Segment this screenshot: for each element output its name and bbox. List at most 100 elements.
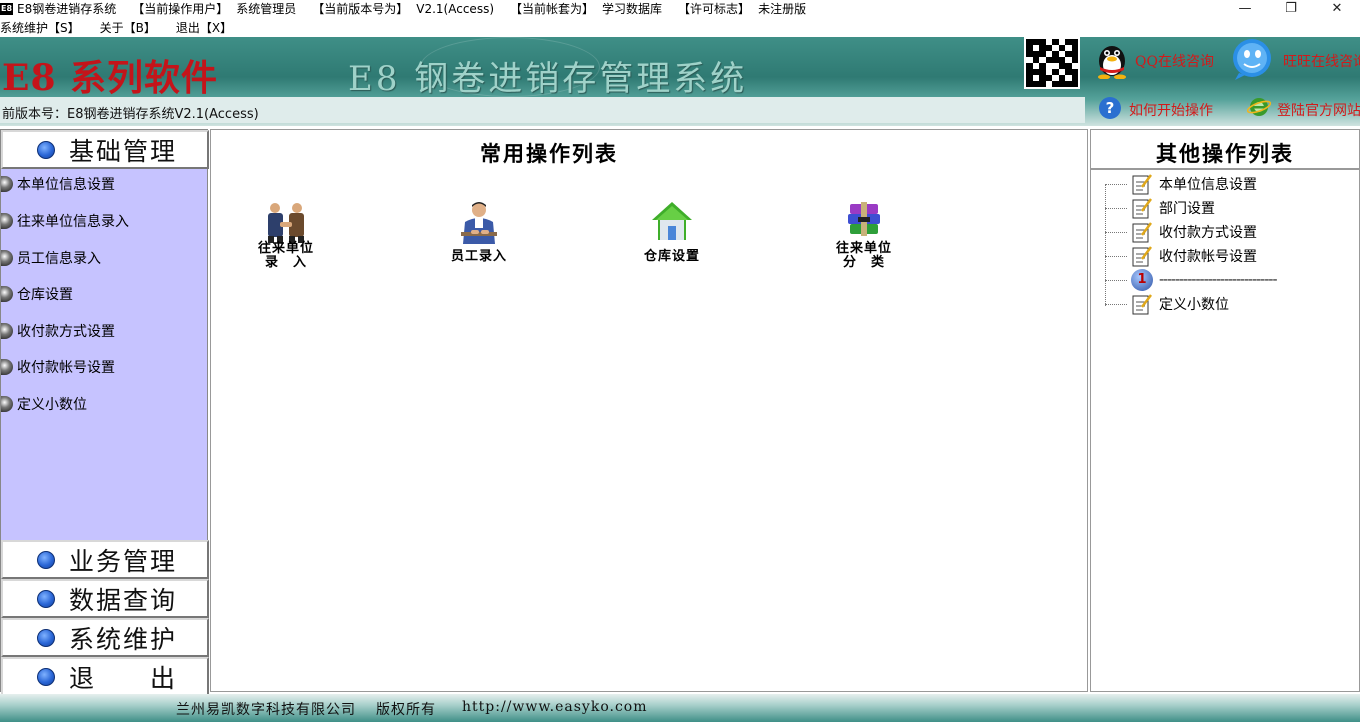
- bullet-icon: [1, 213, 13, 229]
- handshake-icon: [268, 203, 304, 243]
- qq-penguin-icon[interactable]: [1093, 39, 1131, 79]
- tree-item-label: 收付款帐号设置: [1159, 249, 1257, 265]
- minimize-button[interactable]: —: [1222, 0, 1268, 17]
- tree-connector: [1105, 255, 1127, 257]
- qq-consult-link[interactable]: QQ在线咨询: [1135, 51, 1214, 71]
- browser-e-icon[interactable]: [1247, 96, 1271, 118]
- tree-item-label: 定义小数位: [1159, 297, 1229, 313]
- op-warehouse-setting[interactable]: 仓库设置: [622, 200, 722, 280]
- left-item-label: 往来单位信息录入: [17, 214, 129, 230]
- tree-item-payment-method[interactable]: 收付款方式设置: [1105, 220, 1257, 244]
- tree-item-unit-info[interactable]: 本单位信息设置: [1105, 172, 1257, 196]
- how-to-start-link[interactable]: 如何开始操作: [1129, 100, 1213, 120]
- tree-item-decimal-places[interactable]: 定义小数位: [1105, 292, 1229, 316]
- left-category-panel: 基础管理 本单位信息设置 往来单位信息录入 员工信息录入 仓库设置 收付款方式设…: [0, 129, 209, 696]
- version-value: V2.1(Access): [416, 2, 495, 16]
- bullet-icon: [1, 359, 13, 375]
- op-employee-entry[interactable]: 员工录入: [429, 200, 529, 280]
- notepad-pencil-icon: [1132, 222, 1152, 243]
- notepad-pencil-icon: [1132, 294, 1152, 315]
- house-icon: [652, 202, 692, 240]
- banner: E8 系列软件 E8 钢卷进销存管理系统 前版本号：E8钢卷进销存系统V2.1(…: [0, 37, 1360, 126]
- tree-item-label: 本单位信息设置: [1159, 177, 1257, 193]
- left-item-unit-info[interactable]: 本单位信息设置: [1, 171, 115, 197]
- op-partner-category[interactable]: 往来单位 分 类: [814, 200, 914, 280]
- app-icon: E8: [0, 2, 13, 15]
- menu-exit[interactable]: 退出【X】: [176, 19, 232, 36]
- license-key: 【许可标志】: [678, 2, 751, 16]
- brand-logo-text: E8 系列软件: [2, 57, 219, 99]
- close-button[interactable]: ✕: [1314, 0, 1360, 17]
- category-system-maintenance[interactable]: 系统维护: [1, 618, 209, 657]
- center-panel-title: 常用操作列表: [480, 142, 618, 166]
- op-label-line2: 录 入: [264, 255, 307, 270]
- op-label-line1: 往来单位: [835, 241, 892, 256]
- footer-company: 兰州易凯数字科技有限公司: [176, 702, 356, 718]
- right-panel-title: 其他操作列表: [1091, 136, 1359, 170]
- category-bullet-icon: [37, 667, 55, 686]
- footer-url[interactable]: http://www.easyko.com: [462, 699, 648, 715]
- left-item-payment-account[interactable]: 收付款帐号设置: [1, 354, 115, 380]
- tree-item-payment-account[interactable]: 收付款帐号设置: [1105, 244, 1257, 268]
- category-data-query[interactable]: 数据查询: [1, 579, 209, 618]
- tree-connector: [1105, 303, 1127, 305]
- menu-bar: 系统维护【S】 关于【B】 退出【X】: [0, 17, 1360, 37]
- footer-rights: 版权所有: [376, 702, 436, 718]
- restore-button[interactable]: ❐: [1268, 0, 1314, 17]
- left-item-label: 定义小数位: [17, 397, 87, 413]
- category-label: 业务管理: [69, 546, 178, 576]
- wangwang-chat-icon[interactable]: [1231, 37, 1273, 81]
- bullet-icon: [1, 323, 13, 339]
- banner-links: QQ在线咨询 旺旺在线咨询 ? 如何开始操作 登陆官方网站: [1085, 37, 1360, 126]
- left-item-employee-entry[interactable]: 员工信息录入: [1, 245, 101, 271]
- tree-item-department[interactable]: 部门设置: [1105, 196, 1215, 220]
- category-bullet-icon: [37, 589, 55, 608]
- left-item-decimal-places[interactable]: 定义小数位: [1, 391, 87, 417]
- info-ball-icon: 1: [1131, 269, 1153, 291]
- op-label-line1: 往来单位: [257, 241, 314, 256]
- category-bullet-icon: [37, 140, 55, 159]
- left-item-payment-method[interactable]: 收付款方式设置: [1, 318, 115, 344]
- help-question-icon[interactable]: ?: [1099, 97, 1121, 119]
- books-stack-icon: [848, 202, 880, 236]
- current-user-value: 系统管理员: [236, 2, 297, 16]
- footer-bar: 兰州易凯数字科技有限公司 版权所有 http://www.easyko.com: [0, 694, 1360, 722]
- category-bullet-icon: [37, 550, 55, 569]
- left-item-partner-entry[interactable]: 往来单位信息录入: [1, 208, 129, 234]
- menu-about[interactable]: 关于【B】: [100, 19, 156, 36]
- tree-item-label: 收付款方式设置: [1159, 225, 1257, 241]
- tree-connector: [1105, 207, 1127, 209]
- left-item-label: 收付款方式设置: [17, 324, 115, 340]
- bullet-icon: [1, 250, 13, 266]
- category-exit[interactable]: 退 出: [1, 657, 209, 696]
- current-user-field: 【当前操作用户】 系统管理员: [132, 0, 296, 17]
- employee-icon: [461, 202, 497, 244]
- license-field: 【许可标志】 未注册版: [678, 0, 806, 17]
- license-value: 未注册版: [758, 2, 807, 16]
- online-consult-link[interactable]: 旺旺在线咨询: [1283, 51, 1360, 71]
- op-label-line1: 员工录入: [450, 249, 507, 264]
- bullet-icon: [1, 176, 13, 192]
- account-set-key: 【当前帐套为】: [510, 2, 595, 16]
- category-bullet-icon: [37, 628, 55, 647]
- category-basic-management[interactable]: 基础管理: [1, 130, 209, 169]
- category-label: 数据查询: [69, 585, 178, 615]
- left-item-label: 收付款帐号设置: [17, 360, 115, 376]
- version-field: 【当前版本号为】 V2.1(Access): [312, 0, 494, 17]
- notepad-pencil-icon: [1132, 246, 1152, 267]
- tree-separator-text: -----------------------------: [1159, 272, 1278, 288]
- current-user-key: 【当前操作用户】: [132, 2, 229, 16]
- tree-connector: [1105, 279, 1127, 281]
- tree-item-separator: 1 -----------------------------: [1105, 268, 1278, 292]
- version-key: 【当前版本号为】: [312, 2, 409, 16]
- menu-system-maintenance[interactable]: 系统维护【S】: [0, 19, 80, 36]
- system-title: E8 钢卷进销存管理系统: [348, 59, 748, 99]
- left-item-warehouse[interactable]: 仓库设置: [1, 281, 73, 307]
- tree-connector: [1105, 183, 1127, 185]
- official-site-link[interactable]: 登陆官方网站: [1277, 100, 1360, 120]
- op-partner-entry[interactable]: 往来单位 录 入: [236, 200, 336, 280]
- category-label: 基础管理: [69, 136, 178, 166]
- window-title: E8钢卷进销存系统: [17, 2, 117, 16]
- category-business-management[interactable]: 业务管理: [1, 540, 209, 579]
- window-controls: — ❐ ✕: [1222, 0, 1360, 17]
